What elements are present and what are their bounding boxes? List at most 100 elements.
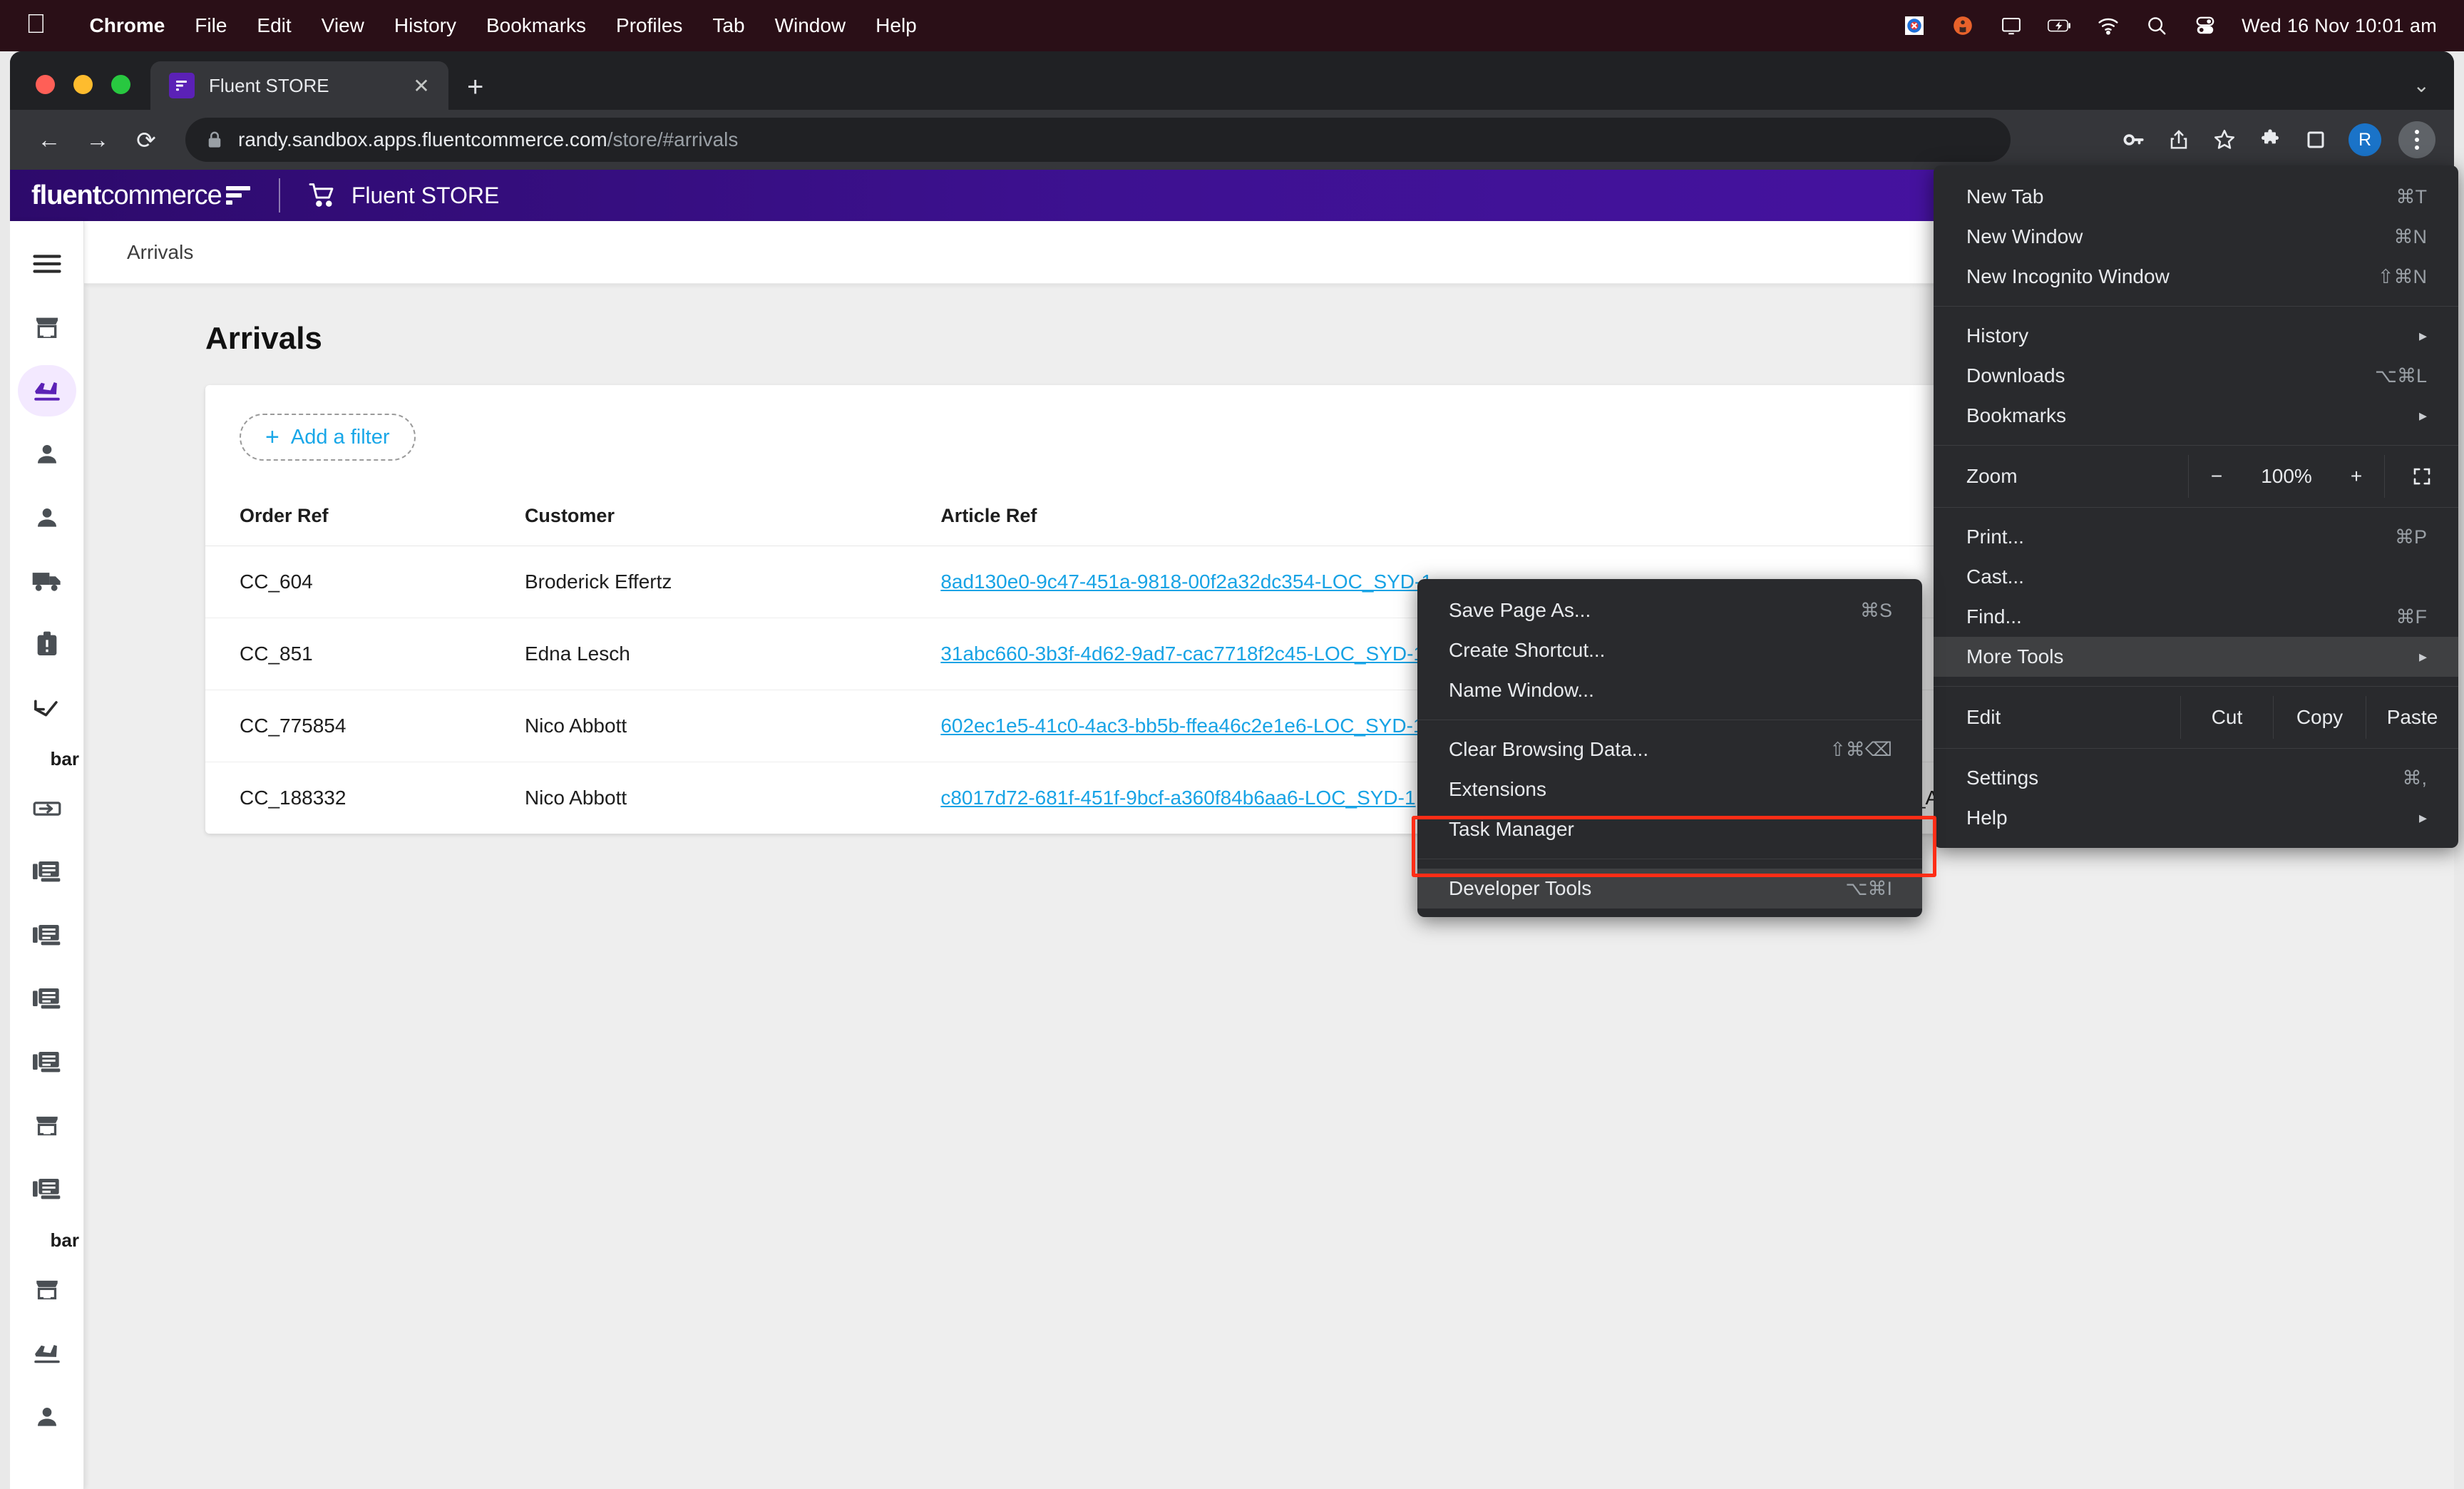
menu-separator <box>1934 686 2458 687</box>
dropbox-icon[interactable] <box>1902 14 1926 38</box>
menu-chrome[interactable]: Chrome <box>75 14 180 37</box>
submenu-item-developer-tools[interactable]: Developer Tools ⌥⌘I <box>1417 869 1922 909</box>
fluent-commerce-logo[interactable]: fluentcommerce <box>31 180 250 211</box>
browser-tab-fluent-store[interactable]: Fluent STORE ✕ <box>150 61 448 110</box>
fullscreen-button[interactable] <box>2384 455 2458 498</box>
zoom-in-button[interactable]: + <box>2329 465 2384 488</box>
close-window-button[interactable] <box>36 75 55 94</box>
menu-window[interactable]: Window <box>760 14 861 37</box>
sidebar-item-orders-3[interactable] <box>18 973 76 1025</box>
toolbar-right-icons: R <box>2113 120 2435 160</box>
menu-tab[interactable]: Tab <box>697 14 759 37</box>
breadcrumb-arrivals[interactable]: Arrivals <box>127 241 193 264</box>
share-icon[interactable] <box>2159 120 2199 160</box>
menu-item-bookmarks[interactable]: Bookmarks ▸ <box>1934 396 2458 436</box>
copy-button[interactable]: Copy <box>2273 696 2366 739</box>
ubuntu-icon[interactable] <box>1951 14 1975 38</box>
cell-customer: Nico Abbott <box>525 762 940 834</box>
password-key-icon[interactable] <box>2113 120 2153 160</box>
add-filter-button[interactable]: + Add a filter <box>240 414 416 461</box>
maximize-window-button[interactable] <box>111 75 130 94</box>
sidebar-item-return[interactable] <box>18 682 76 734</box>
apple-menu-icon[interactable]:  <box>26 11 46 38</box>
address-bar[interactable]: randy.sandbox.apps.fluentcommerce.com/st… <box>185 118 2011 162</box>
cell-order-ref: CC_775854 <box>205 690 525 762</box>
cell-article-ref-link[interactable]: 31abc660-3b3f-4d62-9ad7-cac7718f2c45-LOC… <box>940 643 1424 665</box>
reload-button[interactable]: ⟳ <box>125 119 167 160</box>
sidebar-item-customer[interactable] <box>18 429 76 480</box>
menu-help[interactable]: Help <box>861 14 932 37</box>
three-dot-menu-icon[interactable] <box>2398 121 2435 158</box>
sidebar-item-arrivals[interactable] <box>18 365 76 416</box>
menu-item-more-tools[interactable]: More Tools ▸ <box>1934 637 2458 677</box>
control-center-icon[interactable] <box>2193 14 2217 38</box>
sidebar-item-orders-2[interactable] <box>18 910 76 961</box>
menu-item-help[interactable]: Help ▸ <box>1934 798 2458 838</box>
lock-icon[interactable] <box>207 131 222 149</box>
sidebar-item-store[interactable] <box>18 302 76 353</box>
menu-item-cast[interactable]: Cast... <box>1934 557 2458 597</box>
menu-item-settings[interactable]: Settings ⌘, <box>1934 758 2458 798</box>
sidebar-item-inbound[interactable] <box>18 783 76 834</box>
menu-item-history[interactable]: History ▸ <box>1934 316 2458 356</box>
menu-history[interactable]: History <box>379 14 471 37</box>
back-button[interactable]: ← <box>29 119 70 160</box>
minimize-window-button[interactable] <box>73 75 93 94</box>
sidebar-item-fulfilment[interactable] <box>18 556 76 607</box>
forward-button[interactable]: → <box>77 119 118 160</box>
sidebar-item-clipboard[interactable] <box>18 619 76 670</box>
wifi-icon[interactable] <box>2096 14 2120 38</box>
sidebar-item-orders-1[interactable] <box>18 846 76 898</box>
menu-item-accel: ⌘N <box>2394 226 2428 248</box>
menu-bookmarks[interactable]: Bookmarks <box>471 14 601 37</box>
profile-avatar[interactable]: R <box>2348 123 2381 156</box>
battery-charging-icon[interactable] <box>2048 14 2072 38</box>
menu-item-label: More Tools <box>1966 645 2063 668</box>
submenu-item-clear-browsing-data[interactable]: Clear Browsing Data... ⇧⌘⌫ <box>1417 730 1922 769</box>
sidebar-item-store-3[interactable] <box>18 1264 76 1316</box>
column-header-customer[interactable]: Customer <box>525 486 940 546</box>
menu-edit[interactable]: Edit <box>242 14 306 37</box>
bookmark-star-icon[interactable] <box>2204 120 2244 160</box>
menu-file[interactable]: File <box>180 14 242 37</box>
sidebar-item-arrivals-2[interactable] <box>18 1328 76 1379</box>
cut-button[interactable]: Cut <box>2180 696 2273 739</box>
menu-item-print[interactable]: Print... ⌘P <box>1934 517 2458 557</box>
sidebar-item-store-2[interactable] <box>18 1100 76 1152</box>
cell-article-ref-link[interactable]: c8017d72-681f-451f-9bcf-a360f84b6aa6-LOC… <box>940 787 1415 809</box>
display-icon[interactable] <box>1999 14 2023 38</box>
menu-item-find[interactable]: Find... ⌘F <box>1934 597 2458 637</box>
menu-bar-clock[interactable]: Wed 16 Nov 10:01 am <box>2242 15 2437 37</box>
zoom-out-button[interactable]: − <box>2189 465 2244 488</box>
close-tab-button[interactable]: ✕ <box>407 74 436 98</box>
submenu-item-extensions[interactable]: Extensions <box>1417 769 1922 809</box>
menu-item-new-incognito-window[interactable]: New Incognito Window ⇧⌘N <box>1934 257 2458 297</box>
sidebar-item-orders-4[interactable] <box>18 1037 76 1088</box>
sidebar-item-person-3[interactable] <box>18 1391 76 1443</box>
submenu-item-save-page-as[interactable]: Save Page As... ⌘S <box>1417 590 1922 630</box>
hamburger-menu-icon[interactable] <box>18 238 76 290</box>
header-divider <box>279 178 280 213</box>
sidebar-item-orders-5[interactable] <box>18 1164 76 1215</box>
column-header-article-ref[interactable]: Article Ref <box>940 486 1817 546</box>
menu-item-downloads[interactable]: Downloads ⌥⌘L <box>1934 356 2458 396</box>
submenu-item-name-window[interactable]: Name Window... <box>1417 670 1922 710</box>
column-header-order-ref[interactable]: Order Ref <box>205 486 525 546</box>
cell-article-ref-link[interactable]: 602ec1e5-41c0-4ac3-bb5b-ffea46c2e1e6-LOC… <box>940 715 1424 737</box>
paste-button[interactable]: Paste <box>2366 696 2458 739</box>
menu-item-new-tab[interactable]: New Tab ⌘T <box>1934 177 2458 217</box>
menu-row-edit: Edit Cut Copy Paste <box>1934 696 2458 739</box>
chevron-down-icon[interactable]: ⌄ <box>2413 73 2454 110</box>
new-tab-button[interactable]: + <box>467 73 483 101</box>
sidebar-item-user[interactable] <box>18 492 76 543</box>
submenu-item-create-shortcut[interactable]: Create Shortcut... <box>1417 630 1922 670</box>
menu-profiles[interactable]: Profiles <box>601 14 697 37</box>
spotlight-search-icon[interactable] <box>2145 14 2169 38</box>
menu-view[interactable]: View <box>307 14 379 37</box>
submenu-item-task-manager[interactable]: Task Manager <box>1417 809 1922 849</box>
cell-customer: Broderick Effertz <box>525 546 940 618</box>
cell-article-ref-link[interactable]: 8ad130e0-9c47-451a-9818-00f2a32dc354-LOC… <box>940 570 1432 593</box>
extensions-puzzle-icon[interactable] <box>2250 120 2290 160</box>
menu-item-new-window[interactable]: New Window ⌘N <box>1934 217 2458 257</box>
side-panel-icon[interactable] <box>2296 120 2336 160</box>
